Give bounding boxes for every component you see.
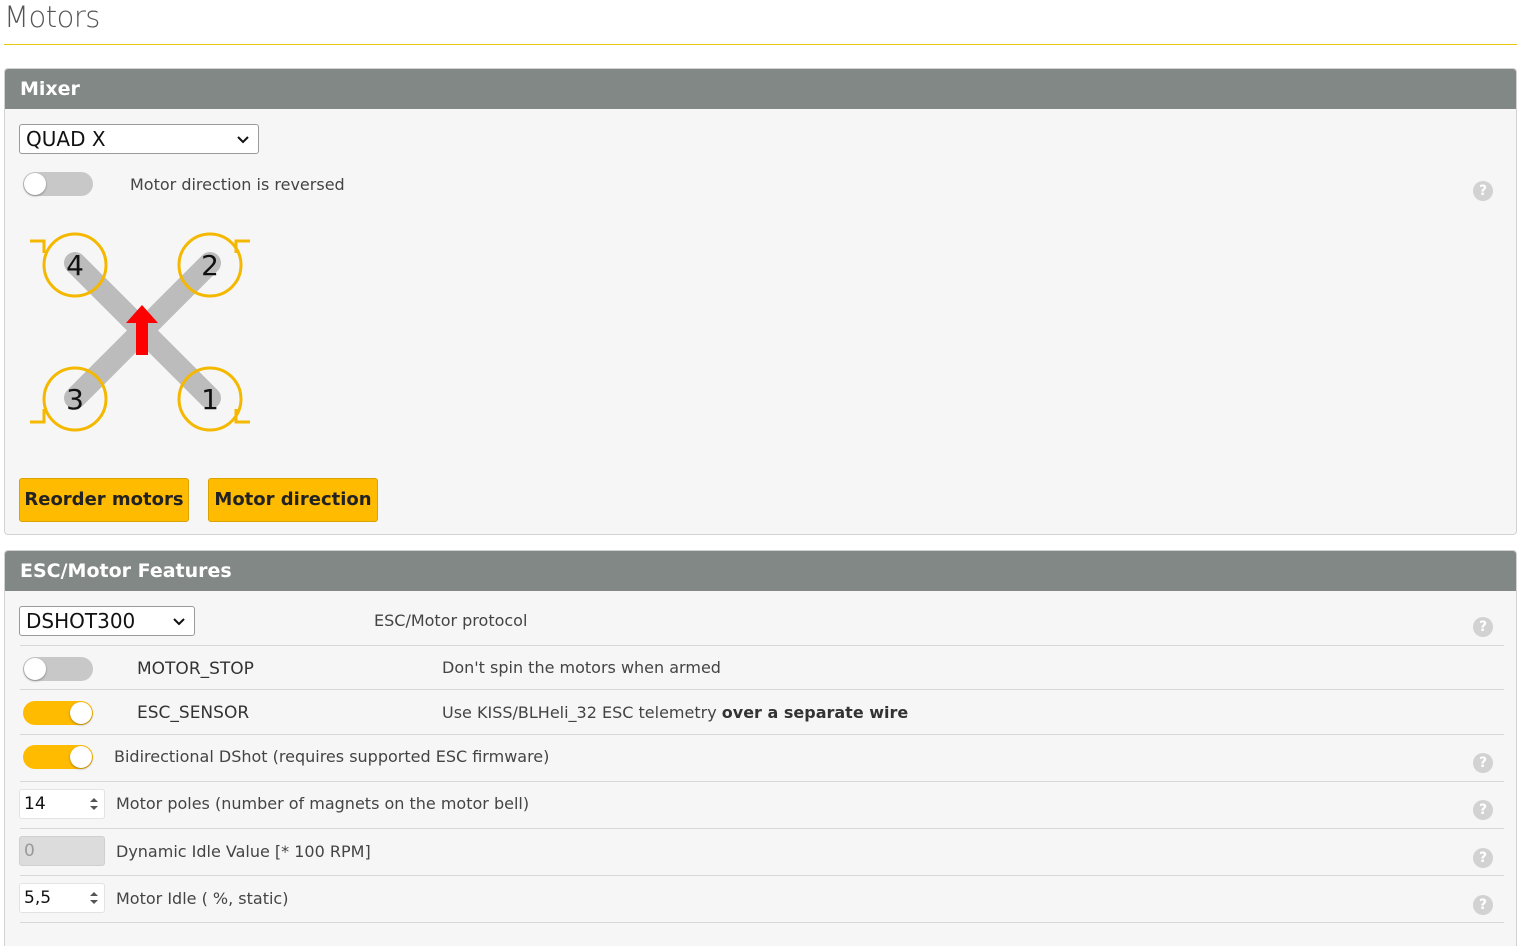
esc-features-panel: ESC/Motor Features DSHOT300 ESC/Motor pr… <box>4 550 1517 946</box>
motor-reversed-toggle[interactable] <box>23 172 93 196</box>
toggle-knob <box>70 702 92 724</box>
esc-header: ESC/Motor Features <box>5 551 1516 591</box>
toggle-knob <box>24 658 46 680</box>
motor-stop-name: MOTOR_STOP <box>137 659 254 679</box>
row-divider <box>20 689 1504 690</box>
row-divider <box>20 875 1504 876</box>
esc-sensor-name: ESC_SENSOR <box>137 703 250 723</box>
motor-label-1: 1 <box>201 383 219 416</box>
mixer-header: Mixer <box>5 69 1516 109</box>
esc-sensor-desc-bold: over a separate wire <box>721 703 909 722</box>
quad-x-diagram: 4 2 3 1 <box>30 232 250 432</box>
motor-stop-toggle[interactable] <box>23 657 93 681</box>
motor-label-2: 2 <box>201 249 219 282</box>
motor-poles-value: 14 <box>24 794 46 814</box>
dynamic-idle-value: 0 <box>24 841 35 861</box>
title-divider <box>4 44 1517 45</box>
motor-reversed-label: Motor direction is reversed <box>130 175 345 194</box>
motor-idle-value: 5,5 <box>24 888 52 908</box>
mixer-panel: Mixer QUAD X Motor direction is reversed… <box>4 68 1517 535</box>
row-divider <box>20 734 1504 735</box>
help-icon[interactable]: ? <box>1473 617 1493 637</box>
page-title: Motors <box>4 0 100 34</box>
toggle-knob <box>70 746 92 768</box>
help-icon[interactable]: ? <box>1473 753 1493 773</box>
motor-idle-input[interactable]: 5,5 <box>19 883 105 913</box>
motor-poles-label: Motor poles (number of magnets on the mo… <box>116 794 530 813</box>
spinner-icon[interactable] <box>88 796 100 812</box>
bidir-dshot-label: Bidirectional DShot (requires supported … <box>114 747 550 766</box>
row-divider <box>20 645 1504 646</box>
esc-sensor-desc: Use KISS/BLHeli_32 ESC telemetry over a … <box>442 703 908 722</box>
esc-protocol-value: DSHOT300 <box>26 609 136 633</box>
motor-stop-desc: Don't spin the motors when armed <box>442 658 721 677</box>
esc-protocol-label: ESC/Motor protocol <box>374 611 528 630</box>
mixer-select-value: QUAD X <box>26 127 106 151</box>
help-icon[interactable]: ? <box>1473 895 1493 915</box>
row-divider <box>20 828 1504 829</box>
esc-protocol-select[interactable]: DSHOT300 <box>19 606 195 636</box>
toggle-knob <box>24 173 46 195</box>
help-icon[interactable]: ? <box>1473 800 1493 820</box>
motor-direction-button[interactable]: Motor direction <box>208 478 378 522</box>
chevron-down-icon <box>237 136 249 144</box>
esc-sensor-desc-text: Use KISS/BLHeli_32 ESC telemetry <box>442 703 722 722</box>
dynamic-idle-input[interactable]: 0 <box>19 836 105 866</box>
motor-poles-input[interactable]: 14 <box>19 789 105 819</box>
chevron-down-icon <box>173 618 185 626</box>
bidir-dshot-toggle[interactable] <box>23 745 93 769</box>
esc-sensor-toggle[interactable] <box>23 701 93 725</box>
row-divider <box>20 922 1504 923</box>
mixer-select[interactable]: QUAD X <box>19 124 259 154</box>
help-icon[interactable]: ? <box>1473 181 1493 201</box>
help-icon[interactable]: ? <box>1473 848 1493 868</box>
row-divider <box>20 781 1504 782</box>
dynamic-idle-label: Dynamic Idle Value [* 100 RPM] <box>116 842 371 861</box>
spinner-icon[interactable] <box>88 890 100 906</box>
motor-label-3: 3 <box>66 383 84 416</box>
motor-label-4: 4 <box>66 249 84 282</box>
motor-idle-label: Motor Idle ( %, static) <box>116 889 289 908</box>
reorder-motors-button[interactable]: Reorder motors <box>19 478 189 522</box>
